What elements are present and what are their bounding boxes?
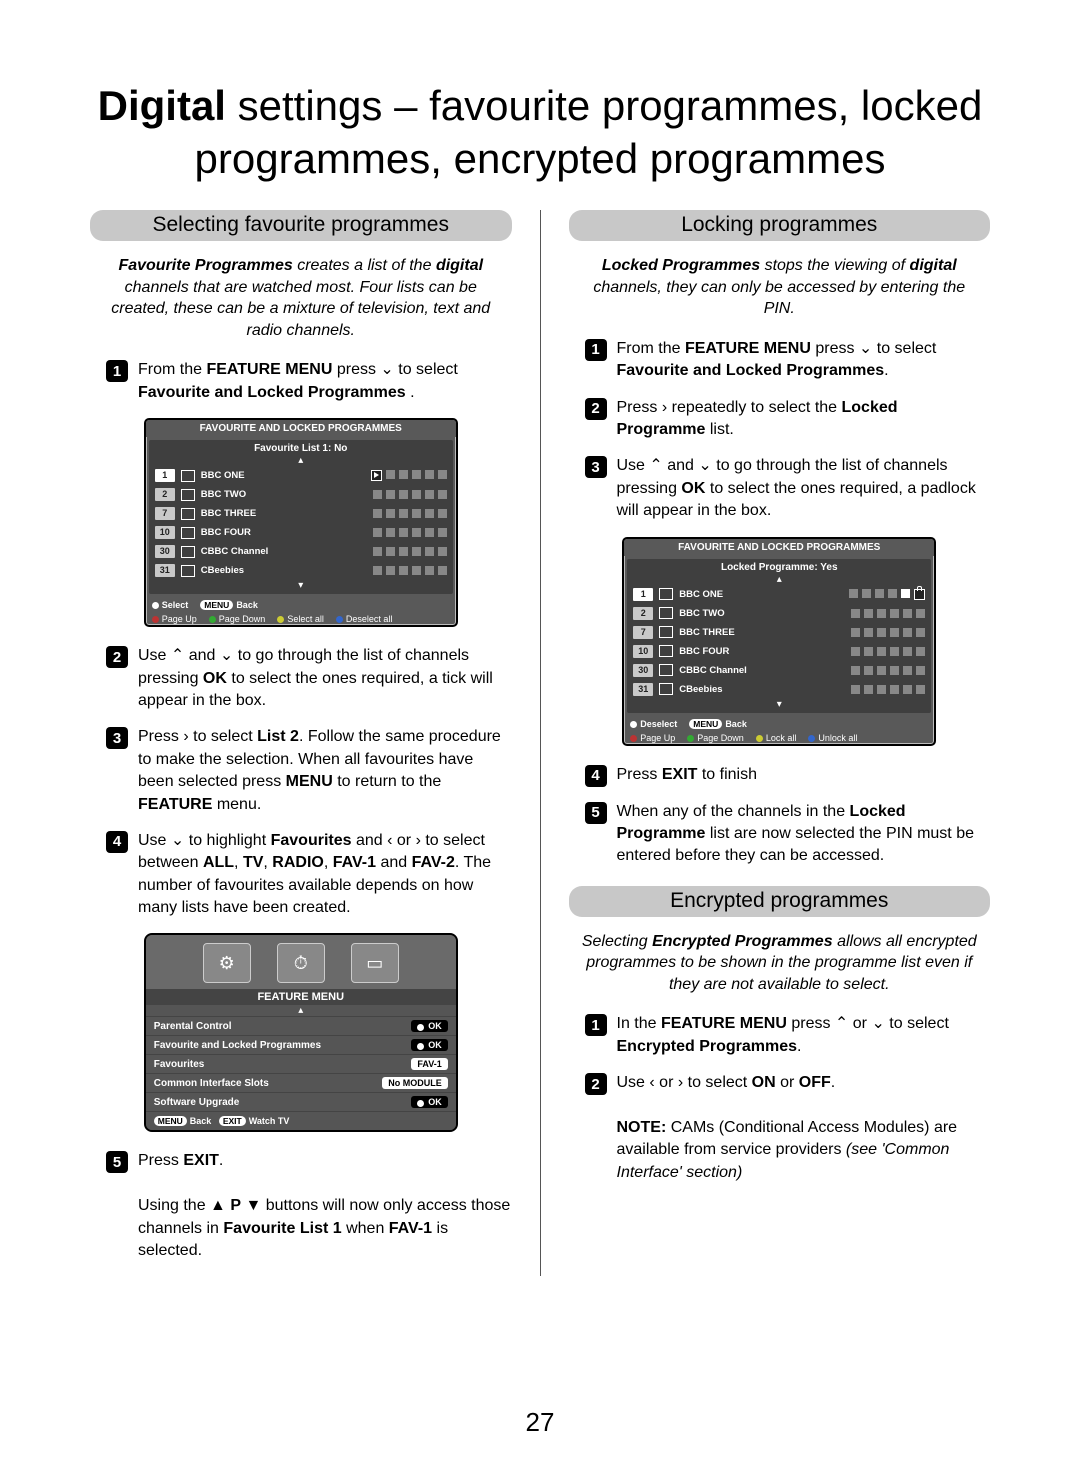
osd-locked-list: FAVOURITE AND LOCKED PROGRAMMES Locked P… [622, 537, 936, 746]
channel-row: 10BBC FOUR [627, 642, 931, 661]
up-arrow-icon: ▴ [146, 1005, 456, 1016]
fav-step-2: 2 Use ⌃ and ⌄ to go through the list of … [90, 645, 512, 712]
lock-step-5: 5 When any of the channels in the Locked… [569, 801, 991, 868]
page-title: Digital settings – favourite programmes,… [90, 80, 990, 185]
channel-row: 7BBC THREE [627, 623, 931, 642]
lock-step-4: 4 Press EXIT to finish [569, 764, 991, 787]
osd-legend-2: Page Up Page Down Lock all Unlock all [624, 730, 934, 744]
feature-menu-row: Software UpgradeOK [146, 1092, 456, 1111]
lock-step-2: 2 Press › repeatedly to select the Locke… [569, 397, 991, 442]
section-encrypted: Encrypted programmes [569, 886, 991, 917]
fav-intro: Favourite Programmes creates a list of t… [100, 255, 502, 341]
osd-feature-menu: ⚙ ⏱ ▭ FEATURE MENU ▴ Parental ControlOKF… [144, 933, 458, 1132]
section-locking: Locking programmes [569, 210, 991, 241]
osd-legend: Select MENUBack [146, 597, 456, 611]
channel-row: 31CBeebies [627, 680, 931, 699]
lock-intro: Locked Programmes stops the viewing of d… [579, 255, 981, 320]
osd-rows: 1BBC ONE2BBC TWO7BBC THREE10BBC FOUR30CB… [149, 466, 453, 580]
feature-menu-row: Common Interface SlotsNo MODULE [146, 1073, 456, 1092]
enc-step-2: 2 Use ‹ or › to select ON or OFF.NOTE: C… [569, 1072, 991, 1184]
title-rest: settings – favourite programmes, locked … [195, 82, 983, 182]
fav-step-1: 1 From the FEATURE MENU press ⌄ to selec… [90, 359, 512, 404]
osd-legend-2: Page Up Page Down Select all Deselect al… [146, 611, 456, 625]
feature-menu-row: Parental ControlOK [146, 1016, 456, 1035]
title-bold: Digital [98, 82, 226, 129]
up-arrow-icon: ▴ [149, 455, 453, 466]
channel-row: 2BBC TWO [627, 604, 931, 623]
page-number: 27 [0, 1407, 1080, 1438]
settings-icon: ⚙ [203, 943, 251, 983]
enc-step-1: 1 In the FEATURE MENU press ⌃ or ⌄ to se… [569, 1013, 991, 1058]
channel-row: 7BBC THREE [149, 504, 453, 523]
channel-row: 30CBBC Channel [149, 542, 453, 561]
feature-menu-row: FavouritesFAV-1 [146, 1054, 456, 1073]
fav-step-5: 5 Press EXIT.Using the ▲ P ▼ buttons wil… [90, 1150, 512, 1262]
down-arrow-icon: ▾ [627, 699, 931, 710]
feature-menu-title: FEATURE MENU [146, 989, 456, 1005]
channel-row: 1BBC ONE [627, 585, 931, 604]
step-badge: 1 [106, 360, 128, 382]
channel-row: 1BBC ONE [149, 466, 453, 485]
osd-title: FAVOURITE AND LOCKED PROGRAMMES [146, 420, 456, 437]
right-column: Locking programmes Locked Programmes sto… [569, 210, 991, 1276]
left-column: Selecting favourite programmes Favourite… [90, 210, 512, 1276]
enc-intro: Selecting Encrypted Programmes allows al… [579, 931, 981, 996]
lock-step-3: 3 Use ⌃ and ⌄ to go through the list of … [569, 455, 991, 522]
osd-title: FAVOURITE AND LOCKED PROGRAMMES [624, 539, 934, 556]
tv-icon: ▭ [351, 943, 399, 983]
osd-legend: Deselect MENUBack [624, 716, 934, 730]
up-arrow-icon: ▴ [627, 574, 931, 585]
column-divider [540, 210, 541, 1276]
osd-favourite-list: FAVOURITE AND LOCKED PROGRAMMES Favourit… [144, 418, 458, 627]
fav-step-4: 4 Use ⌄ to highlight Favourites and ‹ or… [90, 830, 512, 920]
tuning-icon: ⏱ [277, 943, 325, 983]
down-arrow-icon: ▾ [149, 580, 453, 591]
channel-row: 2BBC TWO [149, 485, 453, 504]
feature-menu-row: Favourite and Locked ProgrammesOK [146, 1035, 456, 1054]
osd-rows: 1BBC ONE2BBC TWO7BBC THREE10BBC FOUR30CB… [627, 585, 931, 699]
channel-row: 30CBBC Channel [627, 661, 931, 680]
osd-subtitle: Favourite List 1: No [149, 440, 453, 455]
section-selecting-favourites: Selecting favourite programmes [90, 210, 512, 241]
channel-row: 31CBeebies [149, 561, 453, 580]
fav-step-3: 3 Press › to select List 2. Follow the s… [90, 726, 512, 816]
channel-row: 10BBC FOUR [149, 523, 453, 542]
feature-menu-legend: MENUBack EXITWatch TV [146, 1111, 456, 1130]
osd-subtitle: Locked Programme: Yes [627, 559, 931, 574]
lock-step-1: 1 From the FEATURE MENU press ⌄ to selec… [569, 338, 991, 383]
